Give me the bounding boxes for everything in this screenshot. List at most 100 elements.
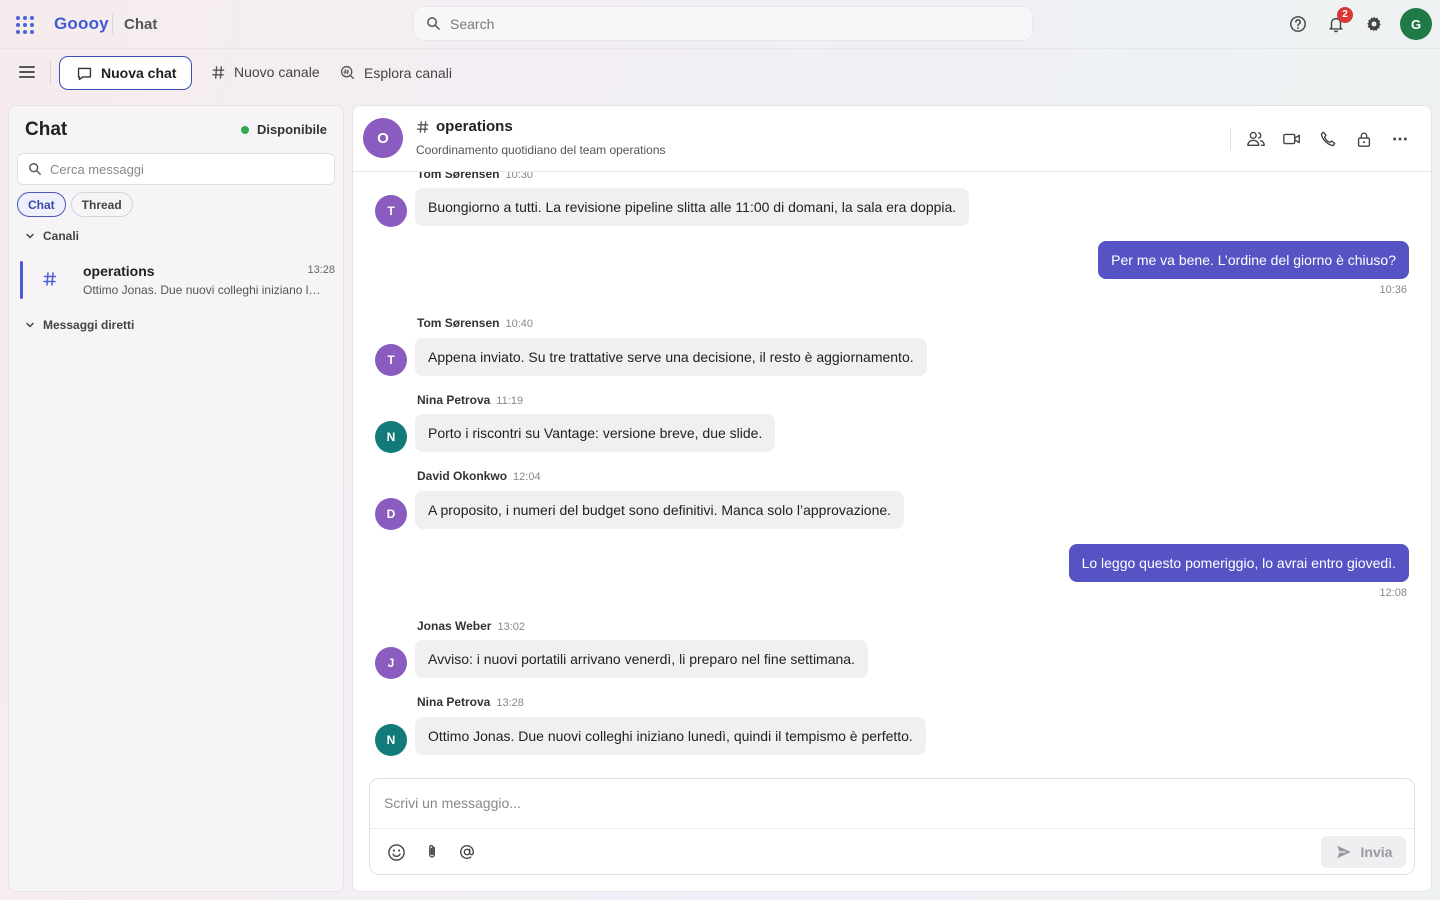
message-time: 12:04 [513, 471, 541, 483]
members-button[interactable] [1244, 127, 1268, 151]
message-composer: Invia [369, 778, 1415, 875]
paperclip-icon [429, 844, 435, 858]
message-author[interactable]: Tom Sørensen [417, 316, 499, 330]
channel-description: Coordinamento quotidiano del team operat… [416, 143, 666, 157]
brand-divider [112, 14, 113, 34]
avatar[interactable]: T [375, 195, 407, 227]
own-message-bubble[interactable]: Lo leggo questo pomeriggio, lo avrai ent… [1068, 544, 1409, 582]
direct-messages-section-toggle[interactable]: Messaggi diretti [25, 318, 134, 332]
message-input[interactable] [384, 789, 1394, 817]
sidebar-title: Chat [25, 119, 68, 140]
more-horizontal-icon [1393, 137, 1407, 141]
message-meta: David Okonkwo 12:04 [417, 469, 541, 483]
action-toolbar: Nuova chat Nuovo canale Esplora canali [0, 48, 1440, 96]
avatar[interactable]: J [375, 647, 407, 679]
search-icon [426, 16, 441, 36]
header-divider [1230, 128, 1231, 150]
message-time: 13:28 [496, 697, 524, 709]
direct-messages-heading: Messaggi diretti [43, 318, 135, 332]
message-author[interactable]: Jonas Weber [417, 619, 491, 633]
settings-button[interactable] [1362, 12, 1386, 36]
explore-icon [340, 65, 355, 80]
avatar[interactable]: T [375, 344, 407, 376]
message-bubble[interactable]: A proposito, i numeri del budget sono de… [415, 491, 905, 529]
send-label: Invia [1360, 844, 1393, 860]
top-bar: Goooy Chat 2 G [0, 0, 1440, 48]
search-icon [28, 162, 42, 181]
video-camera-icon [1283, 133, 1300, 145]
gear-icon [1367, 16, 1381, 32]
avatar[interactable]: N [375, 724, 407, 756]
channel-name: operations [83, 263, 155, 279]
conversation-panel: O operations Coordinamento quotidiano de… [352, 105, 1432, 892]
new-chat-button[interactable]: Nuova chat [59, 56, 192, 90]
channel-avatar: O [363, 118, 403, 158]
status-label: Disponibile [256, 122, 327, 137]
presence-status[interactable]: Disponibile [240, 122, 327, 137]
message-time: 13:02 [497, 621, 526, 633]
message-author[interactable]: Nina Petrova [417, 393, 490, 407]
channels-section-toggle[interactable]: Canali [25, 229, 79, 243]
message-time: 10:40 [505, 318, 533, 330]
hash-icon [212, 65, 225, 79]
send-icon [1336, 845, 1351, 859]
channels-heading: Canali [43, 229, 80, 243]
explore-channels-button[interactable]: Esplora canali [339, 64, 452, 81]
message-time: 10:30 [505, 172, 533, 181]
channel-header: O operations Coordinamento quotidiano de… [353, 106, 1431, 172]
help-button[interactable] [1286, 12, 1310, 36]
new-channel-button[interactable]: Nuovo canale [211, 64, 320, 80]
notification-badge: 2 [1337, 7, 1353, 23]
lock-icon [1357, 132, 1371, 147]
message-list: Tom Sørensen 10:30 T Buongiorno a tutti. … [353, 172, 1431, 772]
message-author[interactable]: Tom Sørensen [417, 172, 499, 181]
sidebar-tabs: Chat Thread [17, 192, 133, 217]
voice-call-button[interactable] [1316, 127, 1340, 151]
sidebar-item-operations[interactable]: operations 13:28 Ottimo Jonas. Due nuovi… [20, 261, 335, 299]
emoji-button[interactable] [385, 841, 407, 863]
chevron-down-icon [26, 233, 34, 239]
lock-channel-button[interactable] [1352, 127, 1376, 151]
avatar[interactable]: N [375, 421, 407, 453]
message-search-input[interactable] [50, 154, 326, 184]
message-bubble[interactable]: Ottimo Jonas. Due nuovi colleghi inizian… [415, 717, 926, 755]
hamburger-menu-button[interactable] [16, 61, 38, 83]
message-bubble[interactable]: Porto i riscontri su Vantage: versione b… [415, 414, 776, 452]
message-meta: Nina Petrova 11:19 [417, 393, 523, 407]
message-author[interactable]: Nina Petrova [417, 695, 490, 709]
toolbar-divider [50, 61, 51, 85]
tab-chat[interactable]: Chat [17, 192, 66, 217]
mention-button[interactable] [456, 841, 478, 863]
app-name: Chat [124, 16, 158, 33]
chevron-down-icon [26, 322, 34, 328]
brand-logo[interactable]: Goooy [54, 14, 109, 34]
video-call-button[interactable] [1280, 127, 1304, 151]
composer-divider [370, 828, 1414, 829]
chat-bubble-icon [77, 67, 92, 80]
hash-icon [42, 271, 58, 292]
tab-thread[interactable]: Thread [70, 192, 133, 217]
message-bubble[interactable]: Avviso: i nuovi portatili arrivano vener… [415, 640, 868, 678]
avatar[interactable]: D [375, 498, 407, 530]
at-sign-icon [460, 845, 474, 859]
more-options-button[interactable] [1388, 127, 1412, 151]
active-indicator [20, 261, 23, 299]
attach-button[interactable] [421, 841, 443, 863]
people-icon [1247, 131, 1265, 147]
message-bubble[interactable]: Appena inviato. Su tre trattative serve … [415, 338, 927, 376]
channel-title-text: operations [436, 118, 513, 135]
channel-last-time: 13:28 [307, 264, 335, 276]
message-meta: Jonas Weber 13:02 [417, 619, 525, 633]
user-avatar[interactable]: G [1400, 8, 1432, 40]
send-button[interactable]: Invia [1321, 836, 1406, 868]
own-message-bubble[interactable]: Per me va bene. L’ordine del giorno è ch… [1098, 241, 1409, 279]
app-launcher-button[interactable] [12, 12, 36, 36]
message-bubble[interactable]: Buongiorno a tutti. La revisione pipelin… [415, 188, 970, 226]
message-author[interactable]: David Okonkwo [417, 469, 507, 483]
emoji-icon [387, 843, 405, 861]
global-search-input[interactable] [450, 7, 1020, 40]
message-time: 10:36 [1379, 284, 1407, 296]
hash-icon [417, 120, 429, 133]
channel-title: operations [416, 118, 513, 135]
global-search [413, 6, 1033, 41]
